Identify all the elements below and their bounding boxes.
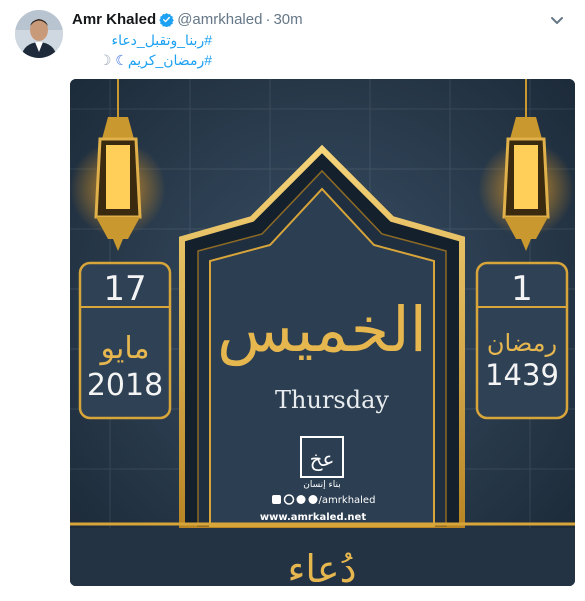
tweet-text: #ربنا_وتقبل_دعاء #رمضان_كريم☾ ☽: [72, 30, 212, 70]
hijri-date-panel: 1 رمضان 1439: [475, 261, 569, 420]
website-url: www.amrkaled.net: [260, 512, 366, 523]
hijri-day: 1: [511, 269, 533, 309]
logo-caption: بناء إنسان: [303, 480, 340, 490]
tweet-timestamp[interactable]: 30m: [273, 11, 302, 28]
tweet-header: Amr Khaled @amrkhaled · 30m: [72, 11, 303, 32]
author-name[interactable]: Amr Khaled: [72, 11, 156, 28]
social-handle: /amrkhaled: [319, 495, 376, 506]
hijri-month: رمضان: [487, 329, 557, 357]
gregorian-day: 17: [103, 269, 146, 309]
gregorian-month: مايو: [98, 331, 149, 366]
crescent-moon-blue-icon: ☾: [115, 52, 128, 68]
gregorian-year: 2018: [87, 368, 163, 403]
footer-word: دُعاء: [287, 547, 356, 586]
twitter-icon: [296, 495, 306, 504]
hashtag-link[interactable]: #رمضان_كريم: [128, 52, 212, 68]
hijri-year: 1439: [485, 358, 559, 392]
verified-badge-icon: [159, 12, 174, 32]
ramadan-card: 17 مايو 2018 1 رمضان 1439 الخميس Thursda…: [70, 79, 575, 586]
tweet-image[interactable]: 17 مايو 2018 1 رمضان 1439 الخميس Thursda…: [70, 79, 575, 586]
hashtag-link[interactable]: #ربنا_وتقبل_دعاء: [111, 32, 212, 48]
youtube-icon: [272, 495, 281, 504]
day-name-arabic: الخميس: [217, 293, 427, 366]
tweet: Amr Khaled @amrkhaled · 30m #ربنا_وتقبل_دعا…: [0, 0, 585, 601]
more-options-chevron-down-icon[interactable]: [547, 10, 567, 30]
day-name-english: Thursday: [275, 386, 389, 414]
author-handle[interactable]: @amrkhaled: [177, 11, 262, 28]
avatar[interactable]: [15, 10, 63, 58]
crescent-moon-icon: ☽: [98, 52, 116, 68]
meta-separator: ·: [265, 11, 271, 28]
avatar-image: [15, 10, 63, 58]
logo-glyph: عخ: [310, 447, 335, 471]
gregorian-date-panel: 17 مايو 2018: [78, 261, 172, 420]
facebook-icon: [308, 495, 318, 504]
